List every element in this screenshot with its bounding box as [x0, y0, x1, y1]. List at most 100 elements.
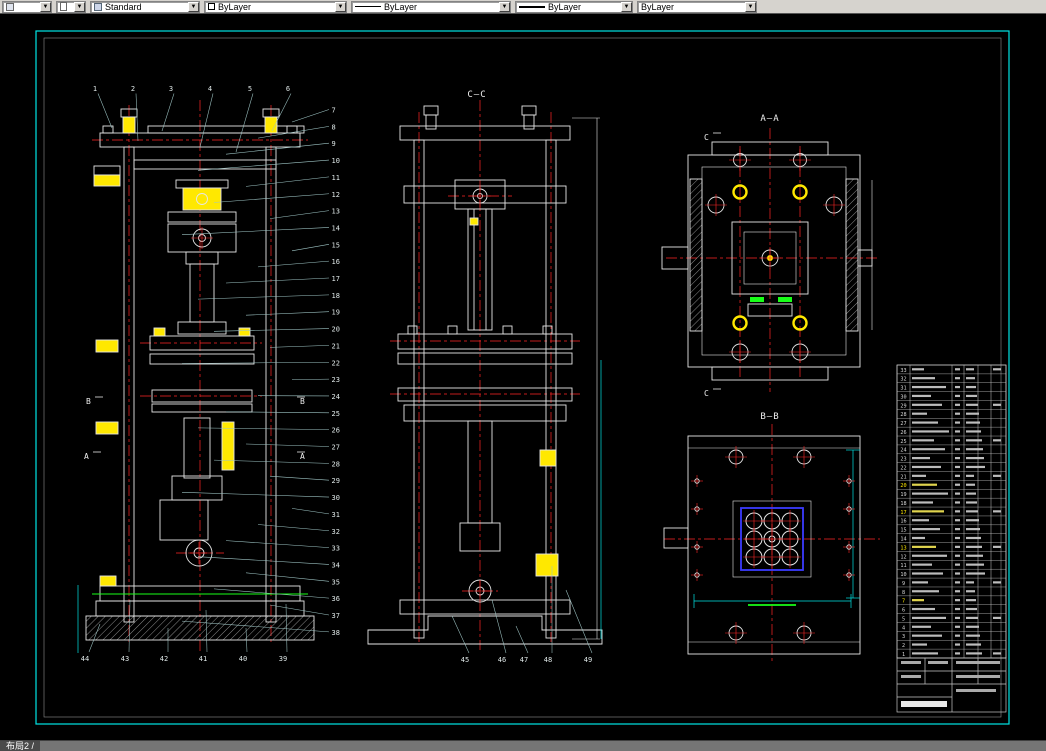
section-cc-view: [367, 100, 603, 650]
part-row-no: 26: [900, 430, 906, 436]
part-row-textbar: [912, 465, 941, 469]
part-row-no: 6: [902, 608, 905, 614]
callout-number: 15: [332, 241, 340, 249]
callout-number: 37: [332, 612, 340, 620]
callout-leader: [257, 524, 330, 532]
combo-label: Standard: [105, 1, 142, 12]
callout-number: 33: [332, 545, 340, 553]
part-row-no: 14: [900, 536, 906, 542]
toolbar-combo-plotstyle-icon[interactable]: ByLayer ▼: [637, 0, 757, 13]
callout-leader: [269, 604, 330, 616]
callout-number: 4: [208, 85, 212, 93]
callout-number: 18: [332, 292, 340, 300]
part-row-no: 29: [900, 403, 906, 409]
mark-a-left: A: [84, 452, 89, 461]
part-callouts: 7891011121314151617181920212223242526272…: [81, 85, 593, 664]
part-row-textbar: [912, 456, 930, 460]
part-row-textbar: [912, 625, 931, 628]
part-row-no: 22: [900, 465, 906, 471]
drawing-sheet: 7891011121314151617181920212223242526272…: [35, 30, 1010, 725]
combo-label: ByLayer: [641, 1, 675, 12]
callout-number: 10: [332, 157, 340, 165]
callout-number: 7: [332, 107, 336, 115]
part-row-textbar: [912, 563, 932, 566]
callout-leader: [199, 93, 214, 148]
callout-number: 35: [332, 578, 340, 586]
part-row-textbar: [912, 652, 938, 655]
chevron-down-icon[interactable]: ▼: [745, 1, 756, 12]
callout-number: 8: [332, 123, 336, 131]
toolbar-combo-linetype-icon[interactable]: ByLayer ▼: [351, 0, 511, 13]
callout-leader: [161, 93, 175, 132]
part-row-textbar: [912, 590, 939, 593]
callout-number: 14: [332, 224, 340, 232]
mark-b-right: B: [300, 397, 305, 406]
part-row-textbar: [912, 474, 926, 477]
callout-leader: [181, 361, 330, 364]
callout-number: 13: [332, 208, 340, 216]
callout-number: 30: [332, 494, 340, 502]
part-row-no: 12: [900, 554, 906, 560]
part-row-no: 5: [902, 616, 905, 622]
color-swatch-icon: [208, 3, 215, 10]
part-row-no: 30: [900, 394, 906, 400]
callout-number: 45: [461, 656, 469, 664]
part-row-no: 21: [900, 474, 906, 480]
part-row-textbar: [912, 572, 943, 575]
part-row-no: 8: [902, 590, 905, 596]
callout-number: 16: [332, 258, 340, 266]
part-row-textbar: [912, 528, 940, 531]
callout-leader: [225, 142, 330, 155]
callout-number: 11: [332, 174, 340, 182]
part-row-textbar: [912, 483, 937, 486]
toolbar-combo-color-swatch-icon[interactable]: ByLayer ▼: [204, 0, 347, 13]
callout-number: 19: [332, 309, 340, 317]
toolbar-combo-text-style-icon[interactable]: Standard ▼: [90, 0, 200, 13]
part-row-textbar: [912, 412, 927, 415]
part-row-textbar: [912, 554, 947, 557]
part-row-textbar: [912, 385, 946, 389]
part-row-no: 15: [900, 528, 906, 534]
layout-tab[interactable]: 布局2 /: [0, 740, 41, 751]
callout-number: 1: [93, 85, 97, 93]
part-row-no: 16: [900, 519, 906, 525]
callout-leader: [213, 193, 330, 203]
part-row-no: 27: [900, 421, 906, 427]
part-row-textbar: [912, 519, 929, 522]
callout-leader: [225, 277, 330, 284]
toolbar-combo-sheet-icon[interactable]: ▼: [56, 0, 86, 13]
part-row-no: 13: [900, 545, 906, 551]
callout-number: 47: [520, 656, 528, 664]
callout-number: 39: [279, 655, 287, 663]
callout-number: 38: [332, 629, 340, 637]
callout-number: 41: [199, 655, 207, 663]
chevron-down-icon[interactable]: ▼: [499, 1, 510, 12]
callout-number: 42: [160, 655, 168, 663]
callout-number: 46: [498, 656, 506, 664]
chevron-down-icon[interactable]: ▼: [74, 1, 85, 12]
drawing-canvas[interactable]: 7 8 9 10 11 12 13 14 15 16 17 18 19 20 21 22 23 24 25 26 27 2…: [0, 14, 1046, 740]
callout-leader: [291, 508, 330, 515]
callout-leader: [197, 294, 330, 300]
linetype-icon: [355, 6, 381, 7]
callout-number: 24: [332, 393, 340, 401]
chevron-down-icon[interactable]: ▼: [40, 1, 51, 12]
part-row-no: 24: [900, 448, 906, 454]
callout-number: 44: [81, 655, 89, 663]
callout-number: 5: [248, 85, 252, 93]
callout-leader: [271, 93, 292, 132]
chevron-down-icon[interactable]: ▼: [621, 1, 632, 12]
part-row-textbar: [912, 607, 935, 611]
chevron-down-icon[interactable]: ▼: [188, 1, 199, 12]
toolbar-combo-named-view-icon[interactable]: ▼: [2, 0, 52, 13]
part-row-no: 2: [902, 643, 905, 649]
callout-number: 9: [332, 140, 336, 148]
callout-leader: [181, 492, 330, 498]
callout-leader: [269, 475, 330, 481]
toolbar-combo-lineweight-icon[interactable]: ByLayer ▼: [515, 0, 633, 13]
callout-number: 43: [121, 655, 129, 663]
chevron-down-icon[interactable]: ▼: [335, 1, 346, 12]
callout-leader: [291, 378, 330, 380]
front-assembly-view: [77, 100, 315, 653]
part-row-no: 17: [900, 510, 906, 516]
